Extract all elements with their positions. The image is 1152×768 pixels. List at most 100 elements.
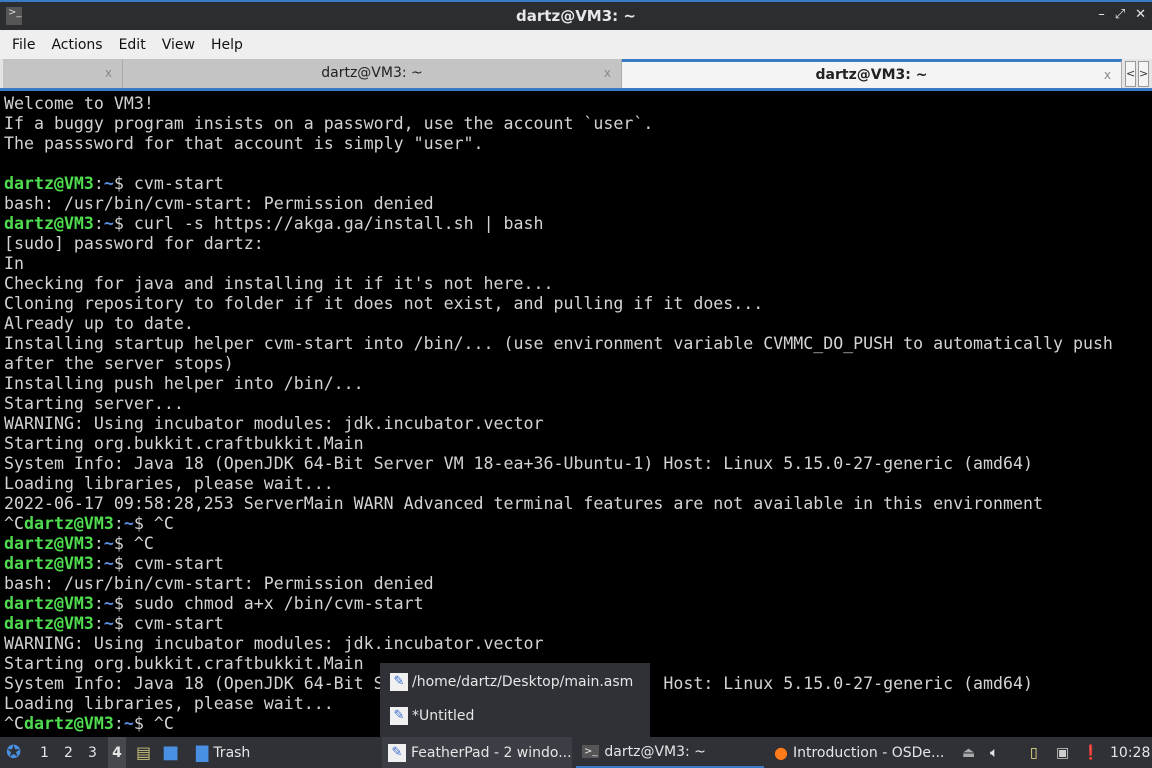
menu-view[interactable]: View	[154, 37, 203, 53]
prompt-path: ~	[123, 714, 134, 733]
prompt-colon: :	[93, 174, 104, 193]
terminal-line: ^Cdartz@VM3:~$ ^C	[4, 514, 1152, 534]
output-text: Already up to date.	[4, 314, 194, 333]
desktop-1[interactable]: 1	[40, 737, 49, 768]
desktop-4-active[interactable]: 4	[108, 737, 126, 768]
start-menu-icon[interactable]: ✪	[6, 737, 21, 768]
volume-icon[interactable]: 🔈︎	[990, 737, 998, 768]
clipboard-icon[interactable]: ▯	[1030, 737, 1038, 768]
network-icon[interactable]: ▣	[1056, 737, 1069, 768]
tab-close-icon[interactable]: x	[105, 59, 112, 88]
terminal-line: dartz@VM3:~$ cvm-start	[4, 554, 1152, 574]
prompt-path: ~	[103, 214, 114, 233]
eject-icon[interactable]: ⏏	[962, 737, 975, 768]
prompt-user: dartz@VM3	[4, 554, 94, 573]
tab-scroll-left-button[interactable]: <	[1125, 61, 1136, 87]
desktop-3[interactable]: 3	[88, 737, 97, 768]
terminal-line: If a buggy program insists on a password…	[4, 114, 1152, 134]
prompt-dollar: $	[133, 714, 154, 733]
command-text: cvm-start	[133, 614, 224, 633]
prompt-path: ~	[103, 174, 114, 193]
tab-3-active[interactable]: dartz@VM3: ~ x	[622, 59, 1122, 88]
menu-edit[interactable]: Edit	[111, 37, 154, 53]
popup-item-untitled[interactable]: ✎ *Untitled	[390, 707, 474, 725]
minimize-button[interactable]: –	[1098, 7, 1105, 22]
prompt-colon: :	[113, 714, 124, 733]
terminal-line: bash: /usr/bin/cvm-start: Permission den…	[4, 194, 1152, 214]
terminal-line: dartz@VM3:~$ curl -s https://akga.ga/ins…	[4, 214, 1152, 234]
folder-icon: ▇	[196, 743, 209, 762]
prompt-user: dartz@VM3	[4, 174, 94, 193]
output-text: Welcome to VM3!	[4, 94, 154, 113]
prompt-user: dartz@VM3	[23, 714, 114, 733]
maximize-button[interactable]: ⤢	[1115, 7, 1125, 22]
output-text: 2022-06-17 09:58:28,253 ServerMain WARN …	[4, 494, 1043, 513]
show-desktop-icon[interactable]: ■	[162, 737, 179, 768]
menu-file[interactable]: File	[4, 37, 43, 53]
terminal-line: after the server stops)	[4, 354, 1152, 374]
output-text: Installing push helper into /bin/...	[4, 374, 364, 393]
popup-item-main-asm[interactable]: ✎/home/dartz/Desktop/main.asm	[390, 673, 633, 691]
tab-2[interactable]: dartz@VM3: ~ x	[123, 59, 622, 88]
output-text: Starting org.bukkit.craftbukkit.Main	[4, 434, 364, 453]
terminal-line: Loading libraries, please wait...	[4, 474, 1152, 494]
menu-actions[interactable]: Actions	[43, 37, 110, 53]
prompt-path: ~	[103, 554, 114, 573]
prompt-dollar: $	[133, 514, 154, 533]
terminal-icon: >_	[582, 745, 600, 758]
popup-item-label: *Untitled	[412, 708, 475, 724]
terminal-line: In	[4, 254, 1152, 274]
task-label: FeatherPad - 2 windo...	[411, 744, 572, 761]
task-featherpad[interactable]: ✎ FeatherPad - 2 windo...	[382, 737, 572, 768]
terminal-line: WARNING: Using incubator modules: jdk.in…	[4, 634, 1152, 654]
terminal-line: dartz@VM3:~$ sudo chmod a+x /bin/cvm-sta…	[4, 594, 1152, 614]
trash-launcher[interactable]: ▇ Trash	[190, 737, 250, 768]
output-text: System Info: Java 18 (OpenJDK 64-Bit Ser…	[4, 454, 1033, 473]
prompt-path: ~	[123, 514, 134, 533]
menubar: File Actions Edit View Help	[0, 30, 1152, 59]
terminal-line: dartz@VM3:~$ cvm-start	[4, 174, 1152, 194]
task-label: Introduction - OSDe...	[792, 744, 945, 761]
terminal-line: Checking for java and installing it if i…	[4, 274, 1152, 294]
file-manager-icon[interactable]: ▤	[136, 737, 151, 768]
output-text: Starting server...	[4, 394, 184, 413]
output-text: The passsword for that account is simply…	[4, 134, 484, 153]
output-text: after the server stops)	[4, 354, 234, 373]
command-text: ^C	[133, 534, 154, 553]
tab-scroll-right-button[interactable]: >	[1138, 61, 1149, 87]
terminal-line: The passsword for that account is simply…	[4, 134, 1152, 154]
command-text: cvm-start	[133, 554, 224, 573]
tab-1[interactable]: x	[3, 59, 123, 88]
output-text: WARNING: Using incubator modules: jdk.in…	[4, 414, 544, 433]
prompt-dollar: $	[113, 214, 134, 233]
taskbar: ✪ 1 2 3 4 ▤ ■ ▇ Trash ✎ FeatherPad - 2 win…	[0, 737, 1152, 768]
firefox-icon: ●	[774, 743, 788, 762]
desktop-2[interactable]: 2	[64, 737, 73, 768]
terminal-output[interactable]: Welcome to VM3! If a buggy program insist…	[4, 94, 1152, 734]
close-button[interactable]: ✕	[1135, 7, 1146, 22]
notification-icon[interactable]: ❗	[1082, 737, 1099, 768]
featherpad-icon: ✎	[388, 743, 406, 762]
terminal-line: dartz@VM3:~$ ^C	[4, 534, 1152, 554]
trash-label: Trash	[213, 744, 251, 761]
output-text: bash: /usr/bin/cvm-start: Permission den…	[4, 194, 434, 213]
clock[interactable]: 10:28	[1110, 737, 1150, 768]
prompt-dollar: $	[113, 554, 134, 573]
terminal-line: Starting server...	[4, 394, 1152, 414]
popup-item-label: /home/dartz/Desktop/main.asm	[412, 674, 634, 690]
output-text: Loading libraries, please wait...	[4, 694, 334, 713]
prompt-colon: :	[93, 554, 104, 573]
terminal-line: System Info: Java 18 (OpenJDK 64-Bit Ser…	[4, 454, 1152, 474]
menu-help[interactable]: Help	[203, 37, 251, 53]
task-terminal[interactable]: >_ dartz@VM3: ~	[576, 737, 764, 768]
prompt-path: ~	[103, 614, 114, 633]
window-title: dartz@VM3: ~	[516, 7, 636, 25]
terminal-line: Installing push helper into /bin/...	[4, 374, 1152, 394]
tab-close-icon[interactable]: x	[604, 59, 611, 88]
output-text: Loading libraries, please wait...	[4, 474, 334, 493]
prompt-dollar: $	[113, 534, 134, 553]
command-text: curl -s https://akga.ga/install.sh | bas…	[133, 214, 544, 233]
task-firefox[interactable]: ● Introduction - OSDe...	[768, 737, 958, 768]
tab-close-icon[interactable]: x	[1104, 62, 1111, 88]
prompt-user: dartz@VM3	[4, 214, 94, 233]
